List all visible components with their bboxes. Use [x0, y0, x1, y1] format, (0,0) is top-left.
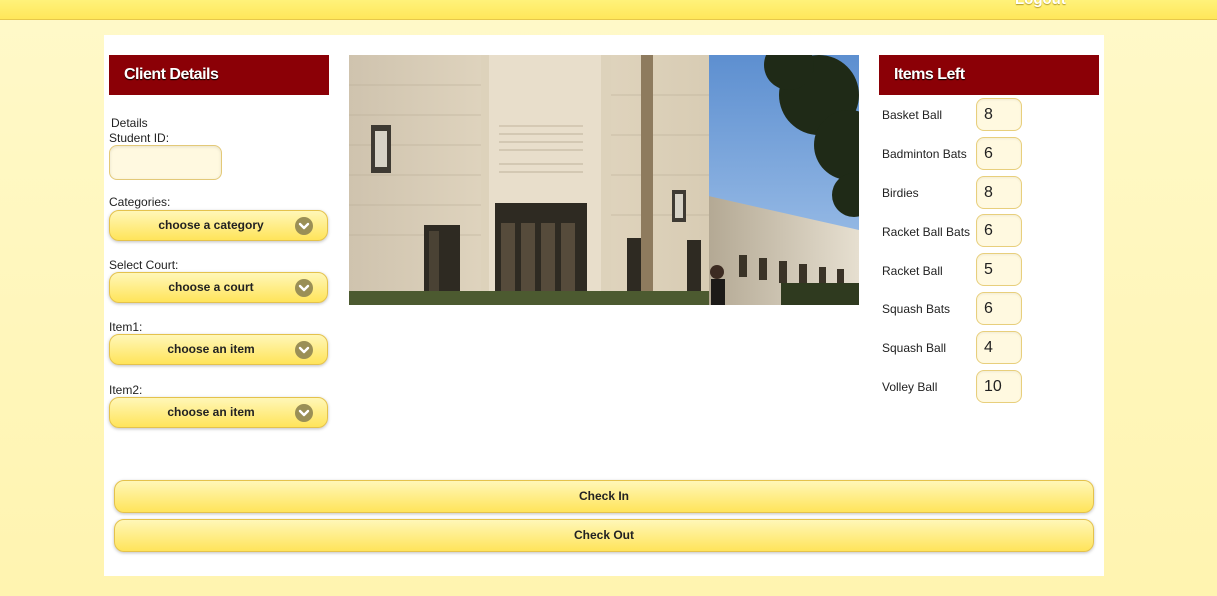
category-select-value: choose a category	[158, 218, 264, 232]
item1-label: Item1:	[109, 320, 143, 334]
student-id-label: Student ID:	[109, 131, 170, 145]
item-qty-field[interactable]: 5	[976, 253, 1022, 286]
item-name: Birdies	[882, 186, 919, 200]
details-label: Details	[111, 116, 148, 130]
gymnasium-photo	[349, 55, 859, 305]
main-panel: Client Details Details Student ID: Categ…	[104, 35, 1104, 576]
item-qty-field[interactable]: 6	[976, 214, 1022, 247]
chevron-down-icon	[295, 341, 313, 359]
student-id-input[interactable]	[109, 145, 222, 180]
item-name: Squash Ball	[882, 341, 947, 355]
court-label: Select Court:	[109, 258, 179, 272]
check-in-button[interactable]: Check In	[114, 480, 1094, 513]
item-qty-field[interactable]: 6	[976, 292, 1022, 325]
item-qty-field[interactable]: 8	[976, 98, 1022, 131]
court-select[interactable]: choose a court	[109, 272, 328, 303]
item2-select[interactable]: choose an item	[109, 397, 328, 428]
item-name: Racket Ball	[882, 264, 943, 278]
item1-select[interactable]: choose an item	[109, 334, 328, 365]
item-qty-field[interactable]: 6	[976, 137, 1022, 170]
item-name: Squash Bats	[882, 302, 951, 316]
top-bar: Logout	[0, 0, 1217, 20]
item-qty-field[interactable]: 10	[976, 370, 1022, 403]
item1-select-value: choose an item	[167, 342, 255, 356]
item-name: Basket Ball	[882, 108, 943, 122]
categories-label: Categories:	[109, 195, 171, 209]
item2-label: Item2:	[109, 383, 143, 397]
logout-link[interactable]: Logout	[1015, 0, 1066, 8]
items-left-header: Items Left	[879, 55, 1099, 95]
category-select[interactable]: choose a category	[109, 210, 328, 241]
item-name: Badminton Bats	[882, 147, 967, 161]
chevron-down-icon	[295, 217, 313, 235]
item-qty-field[interactable]: 8	[976, 176, 1022, 209]
court-select-value: choose a court	[168, 280, 254, 294]
item-qty-field[interactable]: 4	[976, 331, 1022, 364]
check-out-button[interactable]: Check Out	[114, 519, 1094, 552]
chevron-down-icon	[295, 404, 313, 422]
chevron-down-icon	[295, 279, 313, 297]
item-name: Racket Ball Bats	[882, 225, 971, 239]
client-details-header: Client Details	[109, 55, 329, 95]
item2-select-value: choose an item	[167, 405, 255, 419]
item-name: Volley Ball	[882, 380, 938, 394]
